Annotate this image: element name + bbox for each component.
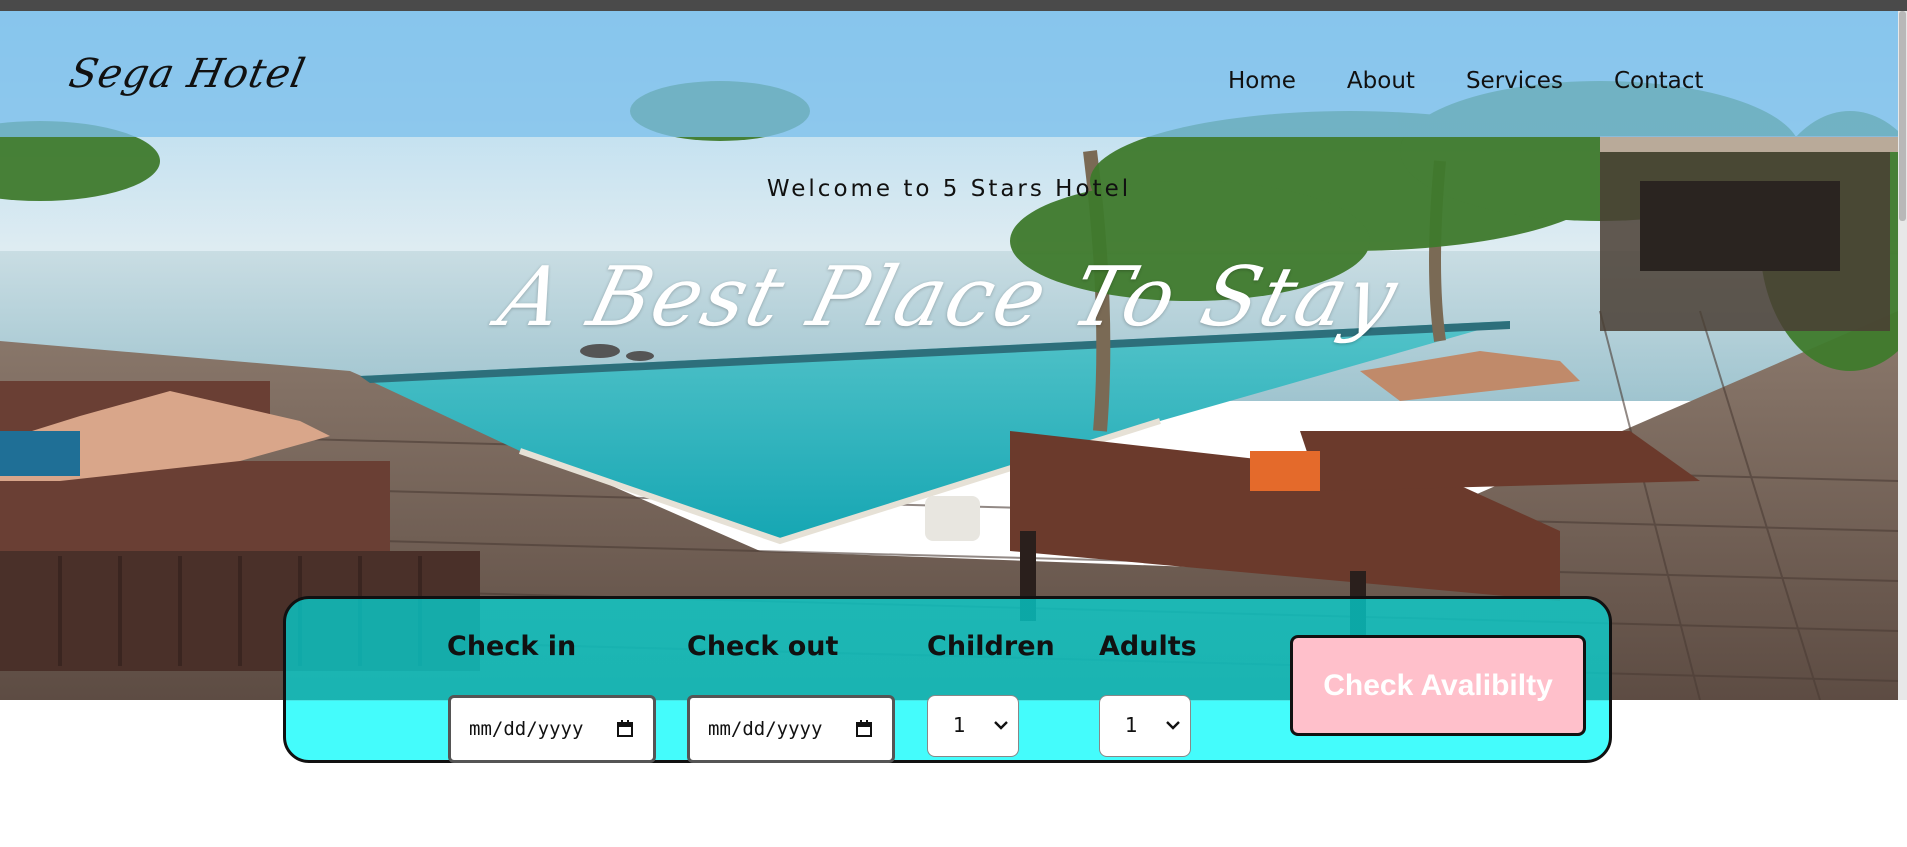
check-in-date-input[interactable]: mm/dd/yyyy xyxy=(448,695,656,763)
nav-link-contact[interactable]: Contact xyxy=(1614,68,1703,94)
check-in-placeholder: mm/dd/yyyy xyxy=(469,718,584,740)
check-out-placeholder: mm/dd/yyyy xyxy=(708,718,823,740)
booking-form: Check in Check out Children Adults mm/dd… xyxy=(283,596,1612,763)
adults-select[interactable]: 1 xyxy=(1099,695,1191,757)
nav-link-home[interactable]: Home xyxy=(1228,68,1296,94)
children-select[interactable]: 1 xyxy=(927,695,1019,757)
nav-link-services[interactable]: Services xyxy=(1466,68,1563,94)
chevron-down-icon xyxy=(994,721,1008,730)
chevron-down-icon xyxy=(1166,721,1180,730)
adults-selected-value: 1 xyxy=(1125,713,1138,737)
check-out-date-input[interactable]: mm/dd/yyyy xyxy=(687,695,895,763)
welcome-text: Welcome to 5 Stars Hotel xyxy=(766,176,1132,202)
browser-top-edge xyxy=(0,0,1907,11)
children-selected-value: 1 xyxy=(953,713,966,737)
calendar-icon[interactable] xyxy=(617,720,633,737)
check-availability-button[interactable]: Check Avalibilty xyxy=(1290,635,1586,736)
calendar-icon[interactable] xyxy=(856,720,872,737)
top-navbar: Sega Hotel Home About Services Contact xyxy=(0,11,1898,137)
check-in-label: Check in xyxy=(447,631,577,662)
page-scrollbar[interactable] xyxy=(1898,11,1907,700)
children-label: Children xyxy=(927,631,1055,662)
nav-link-about[interactable]: About xyxy=(1347,68,1415,94)
check-out-label: Check out xyxy=(687,631,839,662)
site-logo[interactable]: Sega Hotel xyxy=(65,51,310,97)
adults-label: Adults xyxy=(1099,631,1197,662)
hero-tagline: A Best Place To Stay xyxy=(490,250,1408,345)
scrollbar-thumb[interactable] xyxy=(1899,11,1906,221)
nav-links: Home About Services Contact xyxy=(1228,68,1754,94)
